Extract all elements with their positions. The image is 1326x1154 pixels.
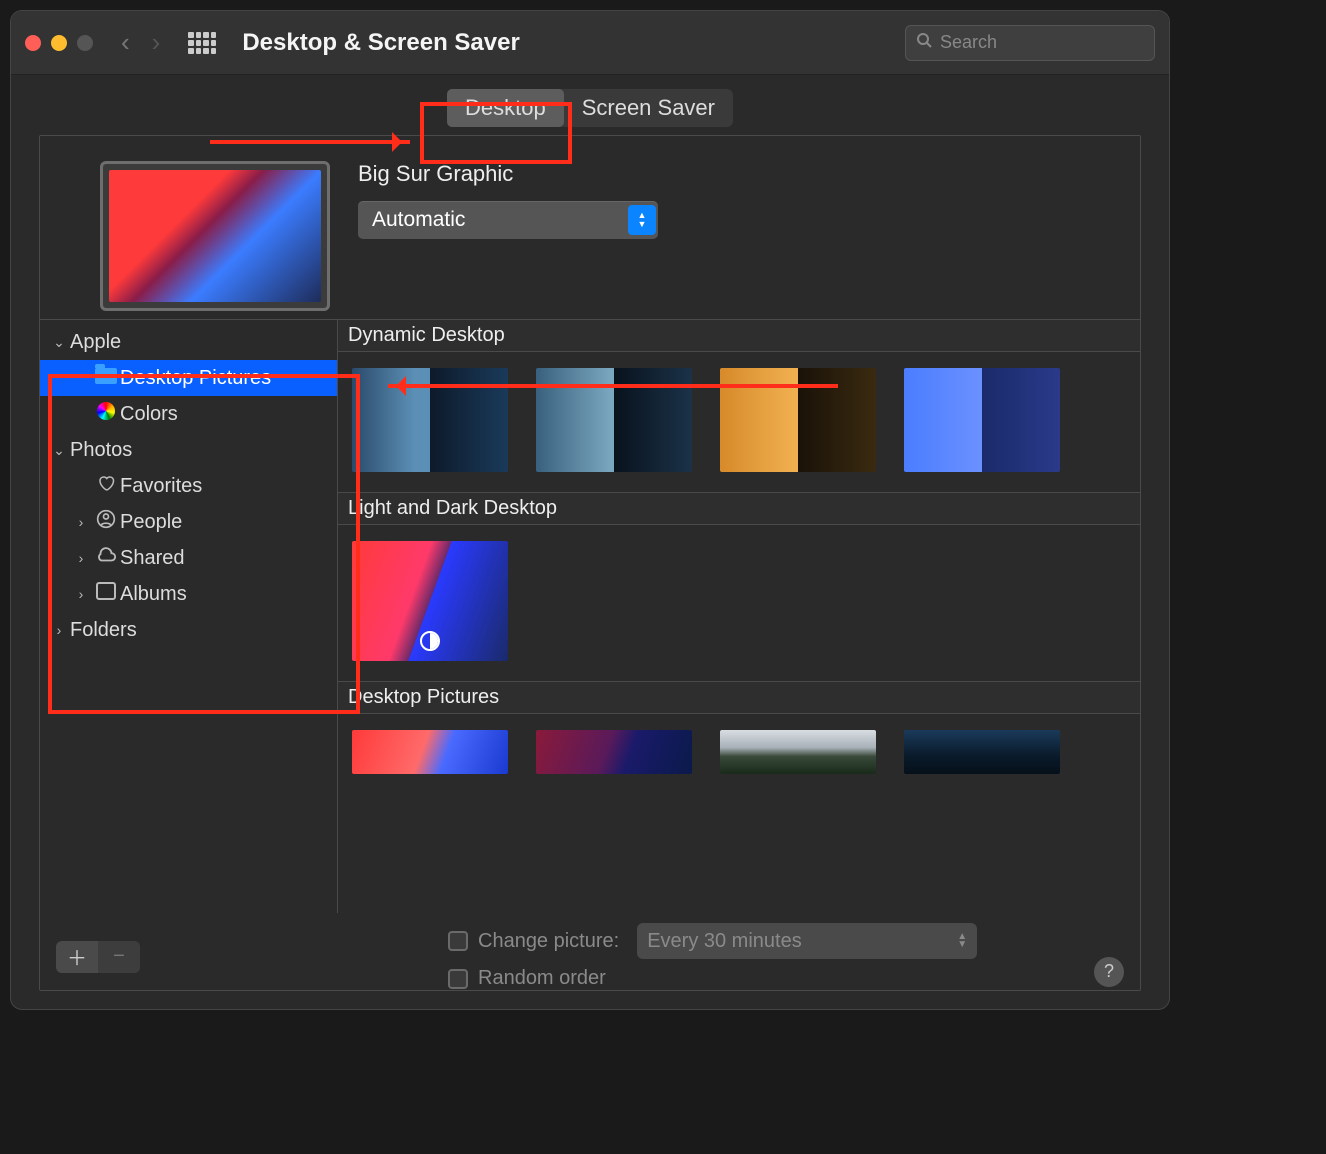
chevron-right-icon: ›: [70, 586, 92, 602]
chevron-right-icon: ›: [70, 550, 92, 566]
appearance-mode-value: Automatic: [372, 208, 465, 232]
tab-screen-saver[interactable]: Screen Saver: [564, 89, 733, 127]
wallpaper-thumb[interactable]: [904, 368, 1060, 472]
random-order-checkbox[interactable]: [448, 969, 468, 989]
dropdown-arrows-icon: ▲▼: [957, 933, 967, 949]
interval-dropdown[interactable]: Every 30 minutes ▲▼: [637, 923, 977, 959]
chevron-down-icon: ⌄: [48, 334, 70, 351]
window-controls: [25, 35, 93, 51]
add-remove-control: ＋ −: [56, 941, 140, 973]
sidebar-item-shared[interactable]: › Shared: [40, 540, 337, 576]
sidebar-item-photos[interactable]: ⌄ Photos: [40, 432, 337, 468]
appearance-mode-dropdown[interactable]: Automatic ▲▼: [358, 201, 658, 239]
close-button[interactable]: [25, 35, 41, 51]
sidebar-item-folders[interactable]: › Folders: [40, 612, 337, 648]
zoom-button[interactable]: [77, 35, 93, 51]
wallpaper-thumb[interactable]: [352, 541, 508, 661]
section-light-dark: Light and Dark Desktop: [338, 493, 1140, 525]
sidebar-item-albums[interactable]: › Albums: [40, 576, 337, 612]
tab-bar: Desktop Screen Saver: [11, 75, 1169, 135]
current-wallpaper-preview: [100, 161, 330, 311]
preferences-window: ‹ › Desktop & Screen Saver Desktop Scree…: [10, 10, 1170, 1010]
section-dynamic: Dynamic Desktop: [338, 320, 1140, 352]
wallpaper-thumb[interactable]: [352, 730, 508, 774]
bottom-bar: ＋ − Change picture: Every 30 minutes ▲▼: [40, 913, 1140, 990]
sidebar-item-people[interactable]: › People: [40, 504, 337, 540]
annotation-arrow: [210, 140, 410, 144]
heart-icon: [92, 474, 120, 498]
chevron-down-icon: ⌄: [48, 442, 70, 459]
person-icon: [92, 509, 120, 535]
color-wheel-icon: [97, 402, 115, 420]
tab-desktop[interactable]: Desktop: [447, 89, 564, 127]
album-icon: [96, 582, 116, 600]
sidebar-item-colors[interactable]: Colors: [40, 396, 337, 432]
cloud-icon: [92, 546, 120, 570]
random-order-label: Random order: [478, 967, 606, 990]
interval-value: Every 30 minutes: [647, 930, 802, 953]
wallpaper-thumb[interactable]: [904, 730, 1060, 774]
sidebar-item-apple[interactable]: ⌄ Apple: [40, 324, 337, 360]
sidebar-item-favorites[interactable]: Favorites: [40, 468, 337, 504]
search-field[interactable]: [905, 25, 1155, 61]
remove-folder-button[interactable]: −: [98, 941, 140, 973]
annotation-arrow: [388, 384, 838, 388]
folder-icon: [95, 368, 117, 384]
forward-button[interactable]: ›: [152, 27, 161, 58]
back-button[interactable]: ‹: [121, 27, 130, 58]
sidebar-item-desktop-pictures[interactable]: Desktop Pictures: [40, 360, 337, 396]
change-picture-checkbox[interactable]: [448, 931, 468, 951]
wallpaper-thumb[interactable]: [720, 730, 876, 774]
chevron-right-icon: ›: [70, 514, 92, 530]
nav-arrows: ‹ ›: [121, 27, 160, 58]
search-icon: [916, 32, 932, 53]
help-button[interactable]: ?: [1094, 957, 1124, 987]
show-all-icon[interactable]: [188, 32, 216, 54]
dropdown-arrows-icon: ▲▼: [628, 205, 656, 235]
search-input[interactable]: [940, 32, 1144, 53]
light-dark-badge-icon: [420, 631, 440, 651]
add-folder-button[interactable]: ＋: [56, 941, 98, 973]
titlebar: ‹ › Desktop & Screen Saver: [11, 11, 1169, 75]
section-pictures: Desktop Pictures: [338, 682, 1140, 714]
window-title: Desktop & Screen Saver: [242, 29, 519, 57]
chevron-right-icon: ›: [48, 622, 70, 638]
wallpaper-name: Big Sur Graphic: [358, 161, 1124, 187]
minimize-button[interactable]: [51, 35, 67, 51]
change-picture-label: Change picture:: [478, 930, 619, 953]
wallpaper-thumb[interactable]: [536, 730, 692, 774]
source-sidebar: ⌄ Apple Desktop Pictures Colors ⌄ Photos: [40, 320, 338, 913]
wallpaper-gallery: Dynamic Desktop Light and Dark Desktop D…: [338, 320, 1140, 913]
